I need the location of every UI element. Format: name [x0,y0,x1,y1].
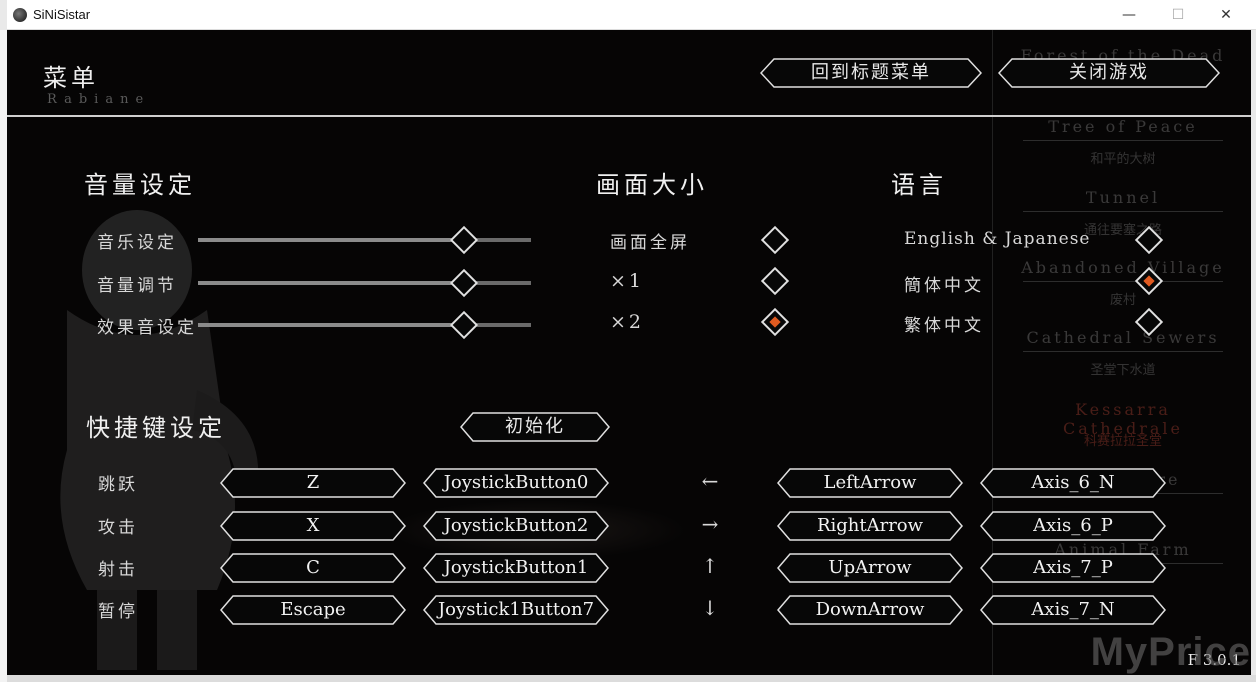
joystick-key-button[interactable]: JoystickButton1 [423,553,609,583]
music-volume-label: 音乐设定 [97,233,177,253]
map-divider [1023,351,1223,352]
close-window-button[interactable]: ✕ [1203,0,1249,30]
maximize-button[interactable]: ☐ [1155,0,1201,30]
selected-dot-icon [1143,275,1155,287]
keyboard-key-button-label: X [306,515,320,536]
joystick-key-button[interactable]: Joystick1Button7 [423,595,609,625]
direction-key-button-label: LeftArrow [823,472,917,493]
joystick-key-button-label: JoystickButton2 [443,515,589,536]
map-divider [1023,211,1223,212]
game-viewport: Forest of the Dead Tree of Peace 和平的大树 T… [7,30,1251,675]
lang-zh-hans-label: 簡体中文 [904,276,984,296]
map-item: Cathedral Sewers [1026,328,1220,347]
header-divider [7,115,1251,117]
direction-key-button[interactable]: UpArrow [777,553,963,583]
music-volume-handle[interactable] [450,225,479,255]
scale-2x-toggle[interactable] [760,307,790,337]
page-subtitle: Rabiane [47,92,151,107]
scale-1x-toggle[interactable] [760,266,790,296]
language-section-title: 语言 [891,171,947,199]
axis-key-button-label: Axis_7_P [1033,557,1113,578]
close-game-label: 关闭游戏 [1069,62,1149,83]
axis-key-button[interactable]: Axis_6_P [980,511,1166,541]
fullscreen-label: 画面全屏 [610,233,690,253]
back-to-title-button[interactable]: 回到标题菜单 [760,58,982,88]
shortcut-action-label: 射击 [98,560,138,580]
map-sub: 和平的大树 [1090,152,1156,167]
sfx-volume-label: 效果音设定 [97,318,197,338]
back-to-title-label: 回到标题菜单 [811,62,931,83]
joystick-key-button-label: JoystickButton0 [443,472,589,493]
map-sub: 圣堂下水道 [1090,363,1156,378]
direction-key-button[interactable]: LeftArrow [777,468,963,498]
minimize-button[interactable]: — [1106,0,1152,30]
volume-section-title: 音量设定 [84,171,196,199]
title-bar: SiNiSistar — ☐ ✕ [7,0,1256,30]
keyboard-key-button[interactable]: X [220,511,406,541]
direction-arrow-icon: ↑ [701,554,719,578]
slider-fill [198,323,465,327]
music-volume-slider[interactable] [198,238,531,242]
joystick-key-button[interactable]: JoystickButton0 [423,468,609,498]
axis-key-button[interactable]: Axis_7_P [980,553,1166,583]
shortcut-action-label: 攻击 [98,518,138,538]
direction-key-button-label: RightArrow [816,515,924,536]
keyboard-key-button-label: Z [306,472,320,493]
selected-dot-icon [769,316,781,328]
window-title: SiNiSistar [33,7,91,22]
map-divider [1023,140,1223,141]
sfx-volume-handle[interactable] [450,310,479,340]
scale-1x-label: ×1 [610,270,645,292]
axis-key-button[interactable]: Axis_7_N [980,595,1166,625]
map-divider [1023,281,1223,282]
slider-fill [198,281,465,285]
watermark: MyPrice [1090,630,1251,674]
direction-arrow-icon: ← [701,469,719,493]
master-volume-label: 音量调节 [97,276,177,296]
scale-2x-label: ×2 [610,311,645,333]
axis-key-button-label: Axis_6_P [1033,515,1113,536]
keyboard-key-button-label: Escape [280,599,346,620]
page-title: 菜单 [43,64,99,92]
map-sub: 科赛拉拉圣堂 [1083,434,1162,449]
keyboard-key-button[interactable]: Z [220,468,406,498]
joystick-key-button-label: JoystickButton1 [443,557,589,578]
master-volume-handle[interactable] [450,268,479,298]
reset-keys-button[interactable]: 初始化 [460,412,610,442]
close-game-button[interactable]: 关闭游戏 [998,58,1220,88]
shortcut-action-label: 跳跃 [98,475,138,495]
axis-key-button-label: Axis_6_N [1031,472,1115,493]
axis-key-button[interactable]: Axis_6_N [980,468,1166,498]
keyboard-key-button[interactable]: Escape [220,595,406,625]
sfx-volume-slider[interactable] [198,323,531,327]
keyboard-key-button-label: C [306,557,320,578]
direction-key-button[interactable]: DownArrow [777,595,963,625]
window-bottom-edge [7,675,1256,682]
shortcut-action-label: 暂停 [98,602,138,622]
slider-fill [198,238,465,242]
direction-key-button-label: DownArrow [815,599,925,620]
reset-keys-label: 初始化 [505,416,565,437]
joystick-key-button[interactable]: JoystickButton2 [423,511,609,541]
direction-arrow-icon: ↓ [701,596,719,620]
lang-en-jp-label: English & Japanese [904,229,1091,249]
map-item: Tree of Peace [1048,117,1198,136]
master-volume-slider[interactable] [198,281,531,285]
axis-key-button-label: Axis_7_N [1031,599,1115,620]
direction-key-button[interactable]: RightArrow [777,511,963,541]
direction-arrow-icon: → [701,512,719,536]
lang-zh-hant-label: 繁体中文 [904,316,984,336]
fullscreen-toggle[interactable] [760,225,790,255]
screen-size-section-title: 画面大小 [596,171,708,199]
map-item: Abandoned Village [1021,258,1225,277]
desktop-edge [0,30,7,682]
joystick-key-button-label: Joystick1Button7 [437,599,595,620]
app-icon [13,8,27,22]
shortcut-section-title: 快捷键设定 [86,414,226,442]
direction-key-button-label: UpArrow [828,557,912,578]
keyboard-key-button[interactable]: C [220,553,406,583]
map-sub: 废村 [1109,293,1136,308]
map-item: Tunnel [1085,188,1161,207]
